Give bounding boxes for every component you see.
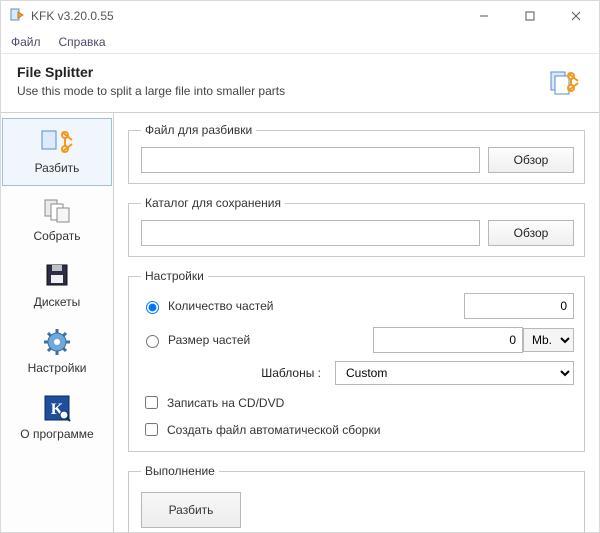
- browse-file-button[interactable]: Обзор: [488, 147, 574, 173]
- page-header: File Splitter Use this mode to split a l…: [1, 54, 599, 113]
- parts-count-input[interactable]: [464, 293, 574, 319]
- join-icon: [39, 195, 75, 225]
- about-icon: K: [39, 393, 75, 423]
- app-icon: [9, 7, 25, 26]
- group-file-to-split-legend: Файл для разбивки: [141, 123, 256, 137]
- checkbox-auto-rebuild-text: Создать файл автоматической сборки: [167, 423, 380, 437]
- group-settings-legend: Настройки: [141, 269, 208, 283]
- split-button[interactable]: Разбить: [141, 492, 241, 528]
- template-select[interactable]: Custom: [335, 361, 574, 385]
- group-save-dir-legend: Каталог для сохранения: [141, 196, 285, 210]
- radio-part-size-text: Размер частей: [168, 333, 250, 347]
- gear-icon: [39, 327, 75, 357]
- sidebar-item-label: Дискеты: [34, 295, 81, 309]
- radio-part-size[interactable]: [146, 335, 159, 348]
- maximize-button[interactable]: [507, 1, 553, 31]
- sidebar-item-label: Собрать: [33, 229, 80, 243]
- sidebar-item-join[interactable]: Собрать: [1, 187, 113, 253]
- sidebar-item-about[interactable]: K О программе: [1, 385, 113, 451]
- file-splitter-icon: [547, 66, 581, 100]
- sidebar: Разбить Собрать: [1, 113, 114, 532]
- group-execute: Выполнение Разбить: [128, 464, 585, 532]
- templates-label: Шаблоны :: [141, 366, 335, 380]
- checkbox-auto-rebuild-label[interactable]: Создать файл автоматической сборки: [141, 420, 380, 439]
- save-dir-input[interactable]: [141, 220, 480, 246]
- menu-file[interactable]: Файл: [11, 35, 41, 49]
- radio-part-size-label[interactable]: Размер частей: [141, 332, 250, 348]
- close-button[interactable]: [553, 1, 599, 31]
- menu-help[interactable]: Справка: [59, 35, 106, 49]
- browse-dir-button[interactable]: Обзор: [488, 220, 574, 246]
- radio-parts-count[interactable]: [146, 301, 159, 314]
- page-title: File Splitter: [17, 64, 583, 80]
- checkbox-auto-rebuild[interactable]: [145, 423, 158, 436]
- split-icon: [39, 127, 75, 157]
- menubar: Файл Справка: [1, 31, 599, 54]
- floppy-icon: [39, 261, 75, 291]
- minimize-button[interactable]: [461, 1, 507, 31]
- checkbox-cd-dvd-label[interactable]: Записать на CD/DVD: [141, 393, 284, 412]
- checkbox-cd-dvd-text: Записать на CD/DVD: [167, 396, 284, 410]
- sidebar-item-split[interactable]: Разбить: [2, 118, 112, 186]
- sidebar-item-label: Разбить: [35, 161, 80, 175]
- app-window: KFK v3.20.0.55 Файл Справка File Splitte…: [0, 0, 600, 533]
- sidebar-item-label: Настройки: [28, 361, 87, 375]
- size-unit-select[interactable]: Mb.: [523, 328, 574, 352]
- sidebar-item-floppy[interactable]: Дискеты: [1, 253, 113, 319]
- sidebar-item-label: О программе: [20, 427, 93, 441]
- checkbox-cd-dvd[interactable]: [145, 396, 158, 409]
- group-execute-legend: Выполнение: [141, 464, 219, 478]
- radio-parts-count-text: Количество частей: [168, 299, 273, 313]
- main-panel: Файл для разбивки Обзор Каталог для сохр…: [114, 113, 599, 532]
- group-save-dir: Каталог для сохранения Обзор: [128, 196, 585, 257]
- titlebar: KFK v3.20.0.55: [1, 1, 599, 31]
- file-to-split-input[interactable]: [141, 147, 480, 173]
- sidebar-item-settings[interactable]: Настройки: [1, 319, 113, 385]
- group-settings: Настройки Количество частей Размер часте…: [128, 269, 585, 452]
- page-subtitle: Use this mode to split a large file into…: [17, 84, 583, 98]
- part-size-input[interactable]: [373, 327, 523, 353]
- radio-parts-count-label[interactable]: Количество частей: [141, 298, 273, 314]
- group-file-to-split: Файл для разбивки Обзор: [128, 123, 585, 184]
- window-title: KFK v3.20.0.55: [31, 9, 114, 23]
